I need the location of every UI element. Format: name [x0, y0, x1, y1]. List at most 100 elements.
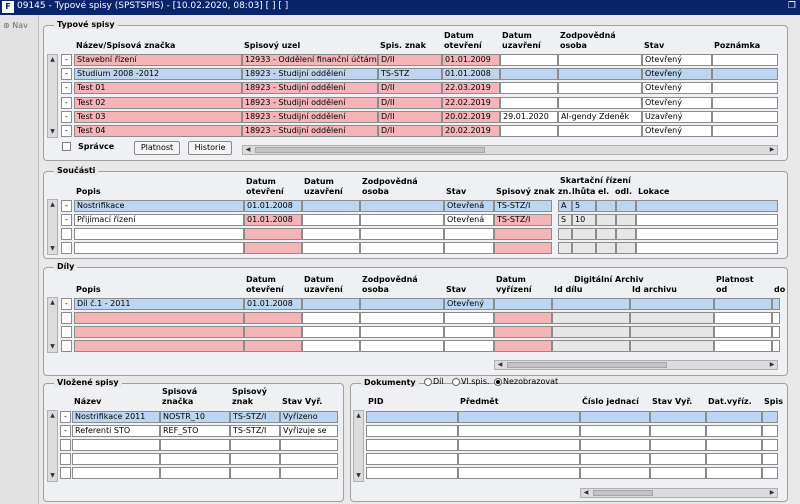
scroll-up-icon[interactable]: ▲ [48, 411, 57, 421]
dily-cell-otevreni[interactable] [244, 326, 302, 338]
dokumenty-cell-stav[interactable] [650, 467, 706, 479]
soucasti-cell-popis[interactable]: Přijímací řízení [74, 214, 244, 226]
soucasti-cell-stav[interactable]: Otevřená [444, 214, 494, 226]
dily-cell-osoba[interactable] [360, 312, 444, 324]
dokumenty-cell-vyriz[interactable] [706, 425, 762, 437]
dokumenty-cell-predmet[interactable] [458, 453, 580, 465]
typove-cell-poznamka[interactable] [712, 96, 778, 109]
vlozene-cell-stav[interactable] [280, 439, 338, 451]
row-indicator[interactable]: - [61, 54, 72, 66]
row-indicator[interactable] [61, 312, 72, 324]
scroll-up-icon[interactable]: ▲ [48, 55, 57, 65]
restore-icon[interactable]: ❐ [788, 1, 796, 11]
dokumenty-cell-spis[interactable] [762, 453, 778, 465]
dokumenty-cell-spis[interactable] [762, 425, 778, 437]
soucasti-cell-uzavreni[interactable] [302, 242, 360, 254]
row-indicator[interactable] [61, 228, 72, 240]
typove-cell-stav[interactable]: Otevřený [642, 125, 712, 137]
row-indicator[interactable]: - [61, 200, 72, 212]
dokumenty-cell-pid[interactable] [366, 467, 458, 479]
row-indicator[interactable]: - [61, 96, 72, 109]
row-indicator[interactable]: - [60, 425, 71, 437]
dokumenty-cell-vyriz[interactable] [706, 411, 762, 423]
typove-cell-otevreni[interactable]: 22.03.2019 [442, 82, 500, 95]
typove-cell-znak[interactable]: D/II [378, 54, 442, 66]
vlozene-cell-nazev[interactable] [72, 467, 160, 479]
typove-cell-poznamka[interactable] [712, 82, 778, 95]
dily-cell-popis[interactable] [74, 340, 244, 352]
dily-cell-uzavreni[interactable] [302, 298, 360, 310]
dokumenty-cell-spis[interactable] [762, 467, 778, 479]
dokumenty-hscroll[interactable]: ◀ ▶ [580, 488, 778, 498]
dily-cell-iddilu[interactable] [552, 298, 630, 310]
typove-cell-otevreni[interactable]: 01.01.2008 [442, 68, 500, 81]
typove-cell-poznamka[interactable] [712, 125, 778, 137]
soucasti-cell-osoba[interactable] [360, 200, 444, 212]
dily-cell-stav[interactable] [444, 340, 494, 352]
soucasti-cell-popis[interactable] [74, 242, 244, 254]
row-indicator[interactable]: - [61, 214, 72, 226]
scroll-up-icon[interactable]: ▲ [48, 200, 57, 210]
dokumenty-cell-spis[interactable] [762, 439, 778, 451]
soucasti-cell-osoba[interactable] [360, 228, 444, 240]
typove-cell-uzel[interactable]: 18923 - Studijní oddělení [242, 68, 378, 81]
typove-cell-otevreni[interactable]: 20.02.2019 [442, 125, 500, 137]
scroll-right-icon[interactable]: ▶ [767, 361, 777, 369]
row-indicator[interactable]: - [61, 298, 72, 310]
dokumenty-hscroll-thumb[interactable] [593, 490, 653, 496]
scroll-up-icon[interactable]: ▲ [354, 411, 363, 421]
dokumenty-vscroll[interactable]: ▲ ▼ [353, 410, 364, 482]
soucasti-cell-lokace[interactable] [636, 228, 778, 240]
soucasti-cell-uzavreni[interactable] [302, 228, 360, 240]
soucasti-cell-el[interactable] [596, 228, 616, 240]
vlozene-cell-stav[interactable]: Vyřizuje se [280, 425, 338, 437]
typove-cell-uzavreni[interactable] [500, 96, 558, 109]
scroll-down-icon[interactable]: ▼ [48, 471, 57, 481]
dokumenty-cell-pid[interactable] [366, 439, 458, 451]
soucasti-cell-osoba[interactable] [360, 214, 444, 226]
row-indicator[interactable]: - [61, 68, 72, 81]
vlozene-cell-stav[interactable] [280, 453, 338, 465]
typove-cell-osoba[interactable] [558, 54, 642, 66]
dokumenty-radio-1[interactable] [452, 378, 460, 386]
scroll-left-icon[interactable]: ◀ [243, 146, 253, 154]
typove-cell-uzavreni[interactable] [500, 125, 558, 137]
dily-cell-uzavreni[interactable] [302, 326, 360, 338]
dily-cell-otevreni[interactable] [244, 312, 302, 324]
dokumenty-cell-predmet[interactable] [458, 411, 580, 423]
dokumenty-cell-predmet[interactable] [458, 467, 580, 479]
vlozene-cell-znak[interactable] [230, 439, 280, 451]
soucasti-cell-odl[interactable] [616, 214, 636, 226]
typove-cell-uzel[interactable]: 12933 - Oddělení finanční účtárny [242, 54, 378, 66]
vlozene-cell-znak[interactable] [230, 453, 280, 465]
vlozene-cell-znak[interactable]: TS-STZ/I [230, 411, 280, 423]
dily-cell-osoba[interactable] [360, 298, 444, 310]
nav-button[interactable]: ⊛ Nav [3, 21, 28, 30]
soucasti-cell-odl[interactable] [616, 242, 636, 254]
soucasti-cell-stav[interactable] [444, 228, 494, 240]
dily-cell-do[interactable] [772, 340, 780, 352]
vlozene-cell-znacka[interactable] [160, 453, 230, 465]
dily-cell-vyrizeni[interactable] [494, 326, 552, 338]
dokumenty-cell-stav[interactable] [650, 453, 706, 465]
vlozene-cell-znak[interactable] [230, 467, 280, 479]
dily-cell-iddilu[interactable] [552, 340, 630, 352]
dily-cell-idarchivu[interactable] [630, 326, 714, 338]
dokumenty-cell-stav[interactable] [650, 439, 706, 451]
dily-cell-platnost[interactable] [714, 312, 772, 324]
row-indicator[interactable]: - [61, 125, 72, 137]
typove-cell-nazev[interactable]: Test 02 [74, 96, 242, 109]
typove-cell-osoba[interactable]: Al-gendy Zdeněk [558, 110, 642, 123]
row-indicator[interactable] [61, 326, 72, 338]
vlozene-cell-znacka[interactable] [160, 467, 230, 479]
dokumenty-radio-0[interactable] [424, 378, 432, 386]
soucasti-cell-otevreni[interactable]: 01.01.2008 [244, 200, 302, 212]
dily-cell-popis[interactable]: Díl č.1 - 2011 [74, 298, 244, 310]
soucasti-cell-lokace[interactable] [636, 214, 778, 226]
typove-cell-uzavreni[interactable] [500, 82, 558, 95]
row-indicator[interactable] [60, 467, 71, 479]
dokumenty-cell-pid[interactable] [366, 453, 458, 465]
dokumenty-cell-cj[interactable] [580, 439, 650, 451]
typove-cell-poznamka[interactable] [712, 54, 778, 66]
dokumenty-cell-vyriz[interactable] [706, 453, 762, 465]
